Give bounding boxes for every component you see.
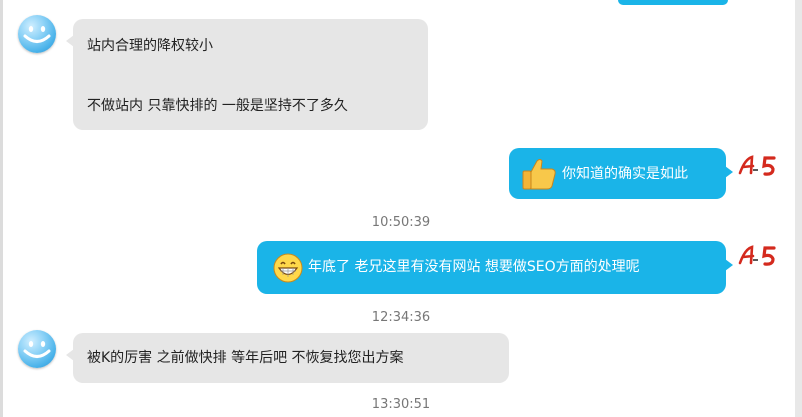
message-timestamp: 12:34:36 xyxy=(371,310,431,325)
message-bubble-incoming[interactable]: 站内合理的降权较小 不做站内 只靠快排的 一般是坚持不了多久 xyxy=(66,19,428,130)
message-bubble-outgoing[interactable]: 你知道的确实是如此 xyxy=(509,148,733,199)
thumbs-up-icon xyxy=(522,159,556,190)
message-text: 你知道的确实是如此 xyxy=(562,166,688,182)
grin-emoji xyxy=(273,253,303,289)
scrollbar-track[interactable] xyxy=(795,0,802,417)
message-timestamp: 13:30:51 xyxy=(371,397,431,412)
thumbs-up-emoji xyxy=(521,157,557,197)
contact-avatar[interactable] xyxy=(18,15,56,53)
contact-avatar[interactable] xyxy=(18,330,56,368)
smiley-avatar-icon xyxy=(23,26,51,43)
smiley-avatar-icon xyxy=(23,341,51,358)
message-text-line: 被K的厉害 之前做快排 等年后吧 不恢复找您出方案 xyxy=(87,350,404,366)
message-bubble-incoming[interactable]: 被K的厉害 之前做快排 等年后吧 不恢复找您出方案 xyxy=(66,333,509,383)
message-text: 年底了 老兄这里有没有网站 想要做SEO方面的处理呢 xyxy=(308,259,640,275)
message-timestamp: 10:50:39 xyxy=(371,215,431,230)
a5-logo-icon xyxy=(738,245,776,266)
message-text-line: 不做站内 只靠快排的 一般是坚持不了多久 xyxy=(87,98,348,114)
message-bubble-outgoing[interactable]: 年底了 老兄这里有没有网站 想要做SEO方面的处理呢 xyxy=(257,241,733,294)
a5-logo xyxy=(738,154,780,178)
message-text-line: 站内合理的降权较小 xyxy=(87,38,213,54)
grin-face-icon xyxy=(273,253,303,283)
left-border xyxy=(0,0,3,417)
previous-message-bubble-edge xyxy=(618,0,728,5)
a5-logo-icon xyxy=(738,155,776,176)
a5-logo xyxy=(738,244,780,268)
